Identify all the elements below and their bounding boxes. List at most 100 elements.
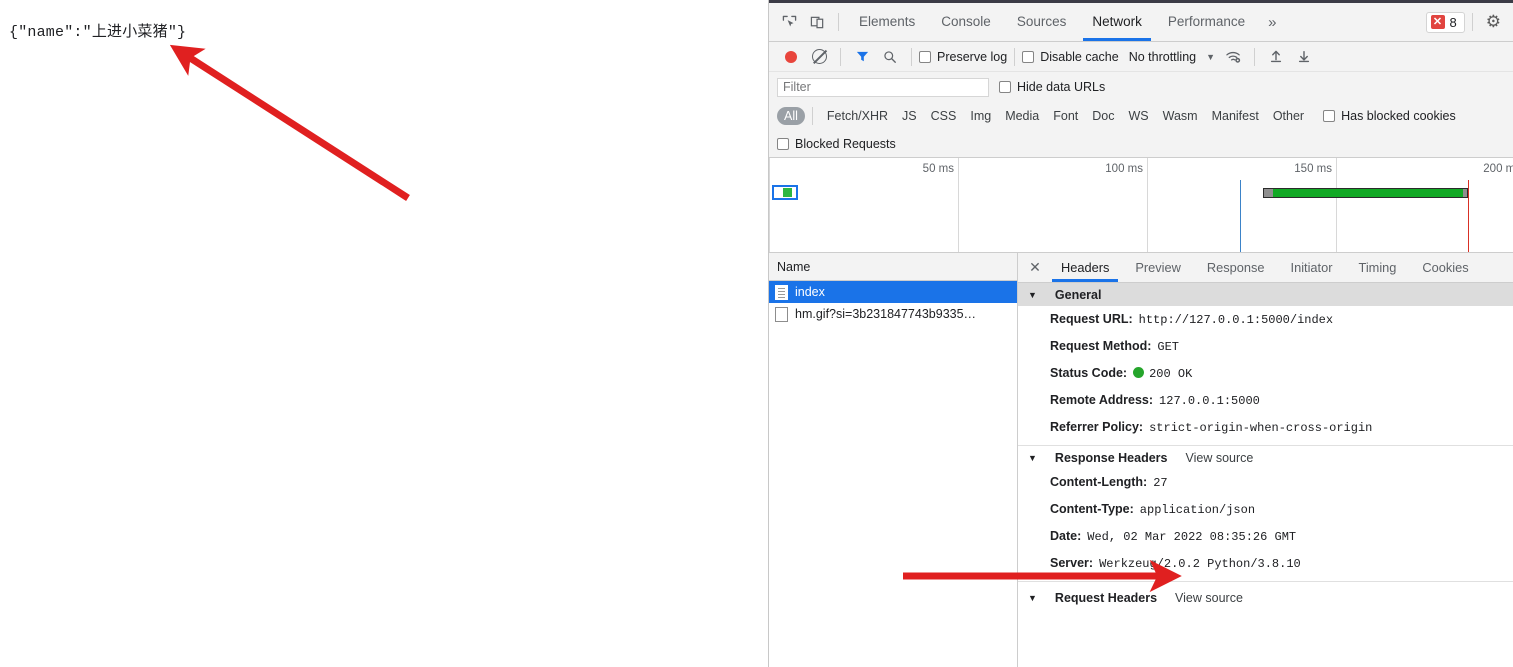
type-filter-ws[interactable]: WS — [1121, 107, 1155, 125]
header-row-request-method: Request Method: GET — [1018, 333, 1513, 360]
close-icon[interactable]: ✕ — [1022, 259, 1048, 276]
section-header-general[interactable]: ▼ General — [1018, 283, 1513, 306]
preserve-log-label: Preserve log — [937, 49, 1008, 64]
header-key: Status Code: — [1050, 366, 1128, 380]
request-detail-pane: ✕ Headers Preview Response Initiator Tim… — [1018, 253, 1513, 667]
tab-cookies[interactable]: Cookies — [1409, 253, 1481, 282]
header-value: application/json — [1139, 503, 1256, 517]
type-filter-wasm[interactable]: Wasm — [1156, 107, 1205, 125]
header-row-date: Date: Wed, 02 Mar 2022 08:35:26 GMT — [1018, 523, 1513, 550]
chevron-down-icon[interactable]: ▼ — [1206, 52, 1215, 62]
network-lower-split: Name index hm.gif?si=3b231847743b9335… ✕… — [769, 253, 1513, 667]
throttling-select[interactable]: No throttling — [1129, 50, 1196, 64]
header-key: Server: — [1050, 556, 1094, 570]
network-controls-bar: Preserve log Disable cache No throttling… — [769, 42, 1513, 72]
request-row-hm-gif[interactable]: hm.gif?si=3b231847743b9335… — [769, 303, 1017, 325]
network-overview-timeline[interactable]: 50 ms 100 ms 150 ms 200 ms — [769, 158, 1513, 253]
more-tabs-icon[interactable]: » — [1258, 14, 1286, 31]
network-filter-bar: Hide data URLs — [769, 72, 1513, 102]
tab-initiator[interactable]: Initiator — [1278, 253, 1346, 282]
type-filter-img[interactable]: Img — [963, 107, 998, 125]
tab-performance[interactable]: Performance — [1155, 3, 1258, 41]
header-value: Wed, 02 Mar 2022 08:35:26 GMT — [1087, 530, 1297, 544]
filter-input[interactable] — [777, 77, 989, 97]
type-filter-js[interactable]: JS — [895, 107, 924, 125]
preserve-log-checkbox[interactable]: Preserve log — [919, 50, 1007, 64]
search-icon[interactable] — [876, 44, 904, 70]
tab-preview[interactable]: Preview — [1122, 253, 1194, 282]
blocked-requests-box — [777, 137, 789, 150]
tab-response[interactable]: Response — [1194, 253, 1278, 282]
request-row-index[interactable]: index — [769, 281, 1017, 303]
dom-content-loaded-marker — [1240, 180, 1241, 252]
disable-cache-checkbox[interactable]: Disable cache — [1022, 50, 1119, 64]
request-list: Name index hm.gif?si=3b231847743b9335… — [769, 253, 1018, 667]
json-response-body: {"name":"上进小菜猪"} — [9, 24, 187, 41]
tab-network[interactable]: Network — [1079, 3, 1155, 41]
tab-headers[interactable]: Headers — [1048, 253, 1122, 282]
controls-divider-2 — [911, 47, 912, 66]
blocked-requests-row: Blocked Requests — [769, 130, 1513, 158]
type-filter-other[interactable]: Other — [1266, 107, 1311, 125]
header-row-referrer-policy: Referrer Policy: strict-origin-when-cros… — [1018, 414, 1513, 441]
export-har-icon[interactable] — [1290, 44, 1318, 70]
has-blocked-cookies-label: Has blocked cookies — [1341, 109, 1456, 123]
header-key: Date: — [1050, 529, 1082, 543]
header-key: Referrer Policy: — [1050, 420, 1144, 434]
tab-elements[interactable]: Elements — [846, 3, 928, 41]
view-source-link[interactable]: View source — [1185, 451, 1253, 465]
header-value[interactable]: http://127.0.0.1:5000/index — [1139, 311, 1333, 329]
blocked-requests-checkbox[interactable]: Blocked Requests — [777, 137, 896, 151]
type-filter-doc[interactable]: Doc — [1085, 107, 1121, 125]
header-key: Content-Type: — [1050, 502, 1134, 516]
error-count-badge[interactable]: ✕ 8 — [1425, 11, 1465, 33]
section-header-response-headers[interactable]: ▼ Response Headers View source — [1018, 446, 1513, 469]
header-row-status-code: Status Code: 200 OK — [1018, 360, 1513, 387]
gear-icon[interactable]: ⚙ — [1480, 12, 1507, 32]
header-row-content-length: Content-Length: 27 — [1018, 469, 1513, 496]
has-blocked-cookies-checkbox[interactable]: Has blocked cookies — [1323, 109, 1456, 123]
tab-sources[interactable]: Sources — [1004, 3, 1080, 41]
error-icon: ✕ — [1430, 15, 1445, 29]
types-divider — [811, 107, 813, 125]
header-key: Content-Length: — [1050, 475, 1148, 489]
triangle-icon: ▼ — [1028, 592, 1037, 603]
inspect-element-icon[interactable] — [775, 9, 803, 35]
filter-funnel-icon[interactable] — [848, 44, 876, 70]
tab-timing[interactable]: Timing — [1345, 253, 1409, 282]
timeline-tick-200ms: 200 ms — [1483, 163, 1513, 175]
tab-console[interactable]: Console — [928, 3, 1004, 41]
toolbar-divider — [838, 13, 839, 31]
request-list-header[interactable]: Name — [769, 253, 1017, 281]
type-filter-fetch-xhr[interactable]: Fetch/XHR — [820, 107, 895, 125]
type-filter-css[interactable]: CSS — [924, 107, 964, 125]
hide-data-urls-checkbox[interactable]: Hide data URLs — [999, 80, 1105, 94]
triangle-icon: ▼ — [1028, 452, 1037, 463]
hide-data-urls-label: Hide data URLs — [1017, 80, 1106, 94]
type-filter-all[interactable]: All — [777, 107, 805, 125]
wifi-settings-icon[interactable] — [1219, 44, 1247, 70]
device-toolbar-icon[interactable] — [803, 9, 831, 35]
blocked-requests-label: Blocked Requests — [795, 136, 896, 151]
record-stop-icon[interactable] — [777, 44, 805, 70]
section-title: General — [1054, 287, 1102, 302]
timeline-tick-100ms: 100 ms — [1105, 163, 1143, 175]
type-filter-media[interactable]: Media — [998, 107, 1046, 125]
controls-divider-1 — [840, 47, 841, 66]
header-value: 27 — [1153, 476, 1168, 490]
section-title: Response Headers — [1054, 450, 1168, 465]
section-divider-2 — [1018, 581, 1513, 582]
header-row-server: Server: Werkzeug/2.0.2 Python/3.8.10 — [1018, 550, 1513, 577]
header-value: strict-origin-when-cross-origin — [1149, 421, 1373, 435]
browser-page-pane: {"name":"上进小菜猪"} — [0, 0, 769, 667]
type-filter-font[interactable]: Font — [1046, 107, 1085, 125]
import-har-icon[interactable] — [1262, 44, 1290, 70]
load-event-marker — [1468, 180, 1469, 252]
type-filter-manifest[interactable]: Manifest — [1205, 107, 1266, 125]
screenshot-root: {"name":"上进小菜猪"} Elements Console Source… — [0, 0, 1513, 667]
header-value: Werkzeug/2.0.2 Python/3.8.10 — [1099, 557, 1301, 571]
header-key: Remote Address: — [1050, 393, 1154, 407]
clear-icon[interactable] — [805, 44, 833, 70]
section-header-request-headers[interactable]: ▼ Request Headers View source — [1018, 586, 1513, 609]
view-source-link[interactable]: View source — [1175, 591, 1243, 605]
